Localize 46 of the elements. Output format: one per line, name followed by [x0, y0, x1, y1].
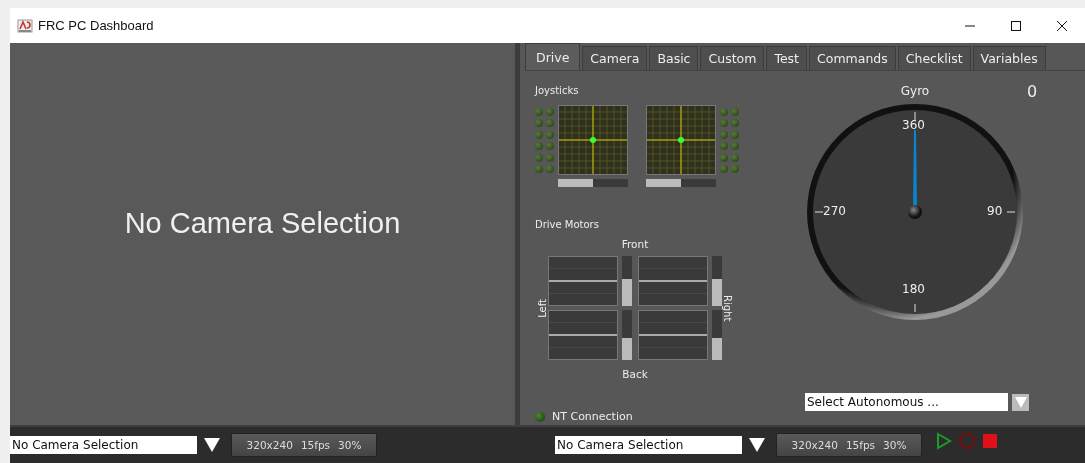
tab[interactable]: Commands [809, 46, 896, 70]
motor-level-bar [712, 256, 722, 306]
camera-dropdown[interactable]: No Camera Selection [10, 436, 197, 454]
gauge-label: 360 [902, 118, 925, 132]
autonomous-dropdown[interactable]: Select Autonomous ... [805, 393, 1008, 411]
stream-settings-button[interactable]: 320x240 15fps 30% [776, 433, 922, 457]
motor-label: Left [537, 298, 548, 318]
close-icon [1056, 19, 1068, 32]
camera-dropdown[interactable]: No Camera Selection [555, 436, 742, 454]
tab[interactable]: Basic [649, 46, 699, 70]
play-icon [936, 432, 952, 450]
motor-level-bar [712, 310, 722, 360]
maximize-icon [1010, 19, 1022, 32]
gauge-value: 0 [1026, 82, 1038, 100]
motor-label: Back [622, 368, 648, 380]
joystick-pad [646, 105, 716, 175]
motor-label: Front [621, 238, 649, 250]
motor-level-bar [622, 310, 632, 360]
gauge-label: 90 [987, 204, 1003, 218]
section-label: Joysticks [535, 85, 580, 96]
stream-settings-button[interactable]: 320x240 15fps 30% [231, 433, 377, 457]
stop-icon [982, 433, 998, 449]
joystick-throttle-bar [646, 179, 716, 187]
tab[interactable]: Test [766, 46, 807, 70]
gauge-title: Gyro [899, 84, 931, 100]
tab[interactable]: Camera [582, 46, 648, 70]
dropdown-arrow-icon[interactable] [748, 437, 766, 453]
section-label: Drive Motors [535, 219, 600, 230]
window-title: FRC PC Dashboard [38, 18, 155, 33]
motor-level-bar [622, 256, 632, 306]
gauge-label: 270 [823, 204, 846, 218]
status-label: NT Connection [552, 410, 633, 423]
joystick-pad [558, 105, 628, 175]
gauge-hub [908, 205, 922, 219]
tab[interactable]: Drive [525, 43, 581, 70]
camera-message: No Camera Selection [124, 206, 401, 240]
joystick-throttle-bar [558, 179, 628, 187]
tab[interactable]: Variables [972, 46, 1046, 70]
tab[interactable]: Checklist [897, 46, 971, 70]
motor-label: Right [722, 294, 733, 322]
app-logo-icon [17, 17, 33, 34]
dropdown-arrow-icon[interactable] [203, 437, 221, 453]
dropdown-button[interactable] [1012, 393, 1029, 411]
gauge-label: 180 [902, 282, 925, 296]
record-icon [958, 432, 976, 450]
tab[interactable]: Custom [700, 46, 765, 70]
